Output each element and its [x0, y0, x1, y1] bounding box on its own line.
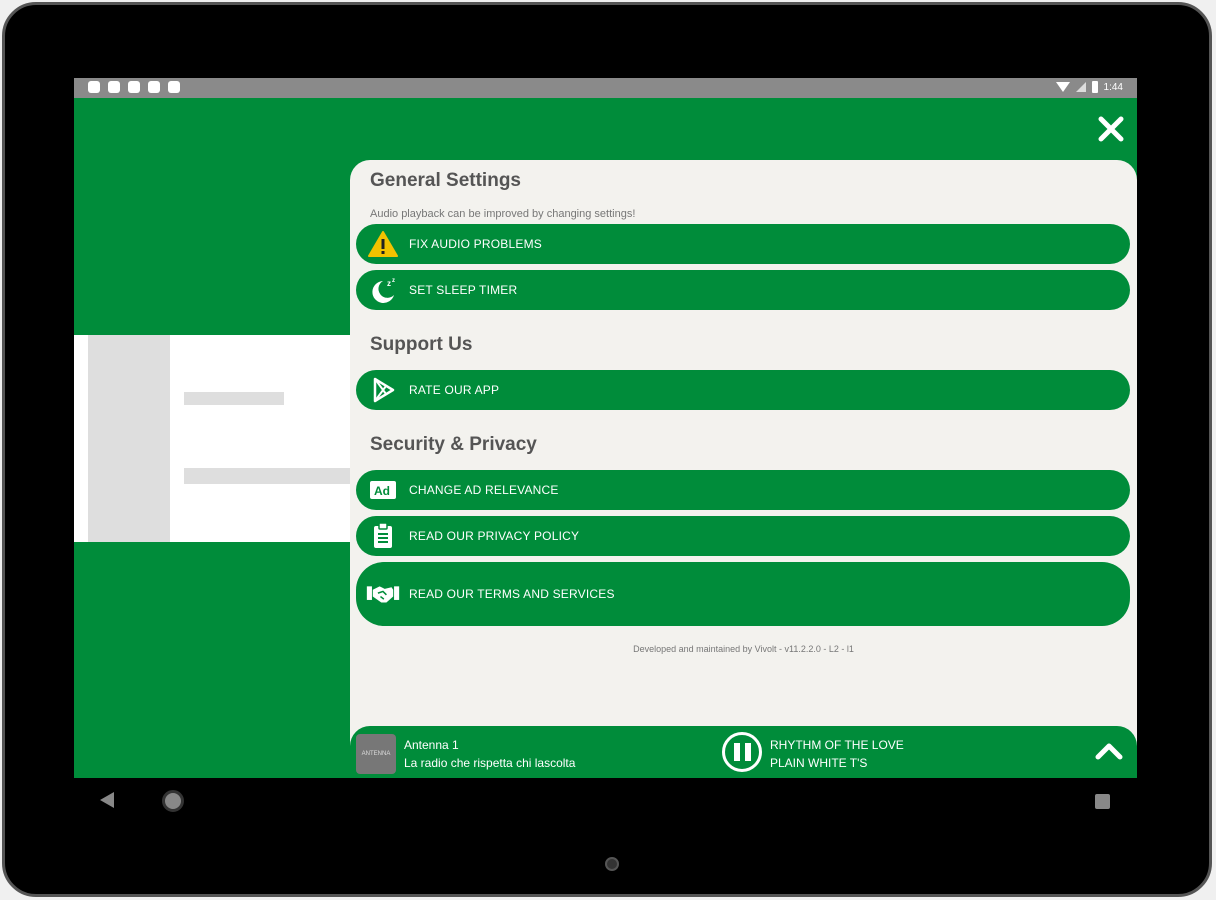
station-name: Antenna 1 — [404, 738, 459, 752]
support-us-title: Support Us — [370, 334, 473, 355]
rate-our-app-button[interactable]: RATE OUR APP — [356, 370, 1130, 410]
fix-audio-problems-label: FIX AUDIO PROBLEMS — [409, 237, 542, 251]
ad-icon: Ad — [366, 475, 400, 505]
close-icon — [1098, 116, 1124, 142]
moon-sleep-icon: zz — [366, 275, 400, 305]
set-sleep-timer-label: SET SLEEP TIMER — [409, 283, 518, 297]
change-ad-relevance-label: CHANGE AD RELEVANCE — [409, 483, 559, 497]
background-placeholder-line — [184, 468, 350, 484]
general-settings-subtitle: Audio playback can be improved by changi… — [370, 208, 636, 220]
sd-card-icon — [168, 81, 180, 93]
security-privacy-title: Security & Privacy — [370, 434, 537, 455]
app-screen: 1:44 General Settings Audio playback can… — [74, 78, 1137, 778]
svg-text:z: z — [387, 279, 391, 288]
play-store-icon — [366, 375, 400, 405]
home-nav-icon[interactable] — [162, 790, 184, 812]
wifi-icon — [1055, 82, 1070, 92]
handshake-icon — [366, 579, 400, 609]
background-content — [74, 335, 350, 542]
notification-icon — [148, 81, 160, 93]
front-camera — [605, 857, 619, 871]
change-ad-relevance-button[interactable]: Ad CHANGE AD RELEVANCE — [356, 470, 1130, 510]
status-bar: 1:44 — [74, 78, 1137, 98]
recent-apps-nav-icon[interactable] — [1095, 794, 1110, 809]
notification-icon — [88, 81, 100, 93]
track-title: RHYTHM OF THE LOVE — [770, 738, 904, 752]
settings-sheet[interactable]: General Settings Audio playback can be i… — [350, 160, 1137, 778]
back-nav-icon[interactable] — [100, 792, 114, 808]
terms-and-services-label: READ OUR TERMS AND SERVICES — [409, 587, 615, 601]
status-time: 1:44 — [1103, 81, 1123, 93]
chevron-up-icon — [1095, 743, 1123, 760]
privacy-policy-button[interactable]: READ OUR PRIVACY POLICY — [356, 516, 1130, 556]
pause-icon — [733, 743, 740, 761]
station-tagline: La radio che rispetta chi lascolta — [404, 756, 576, 770]
battery-icon — [1091, 81, 1098, 93]
developer-note: Developed and maintained by Vivolt - v11… — [633, 644, 854, 654]
pause-button[interactable] — [722, 732, 762, 772]
notification-icons — [88, 81, 180, 93]
signal-icon — [1075, 82, 1086, 92]
warning-icon — [366, 229, 400, 259]
notification-icon — [128, 81, 140, 93]
close-button[interactable] — [1097, 116, 1125, 144]
fix-audio-problems-button[interactable]: FIX AUDIO PROBLEMS — [356, 224, 1130, 264]
privacy-policy-label: READ OUR PRIVACY POLICY — [409, 529, 580, 543]
set-sleep-timer-button[interactable]: zz SET SLEEP TIMER — [356, 270, 1130, 310]
svg-text:z: z — [392, 278, 395, 284]
general-settings-title: General Settings — [370, 170, 521, 191]
system-icons: 1:44 — [1055, 81, 1123, 93]
notification-icon — [108, 81, 120, 93]
terms-and-services-button[interactable]: READ OUR TERMS AND SERVICES — [356, 562, 1130, 626]
expand-player-button[interactable] — [1095, 740, 1123, 762]
svg-text:Ad: Ad — [374, 484, 390, 498]
clipboard-icon — [366, 521, 400, 551]
mini-player[interactable]: ANTENNA Antenna 1 La radio che rispetta … — [350, 726, 1137, 778]
rate-our-app-label: RATE OUR APP — [409, 383, 500, 397]
station-logo: ANTENNA — [356, 734, 396, 774]
background-thumbnail — [88, 335, 170, 542]
pause-icon — [744, 743, 751, 761]
background-placeholder-line — [184, 392, 284, 405]
track-artist: PLAIN WHITE T'S — [770, 756, 868, 770]
